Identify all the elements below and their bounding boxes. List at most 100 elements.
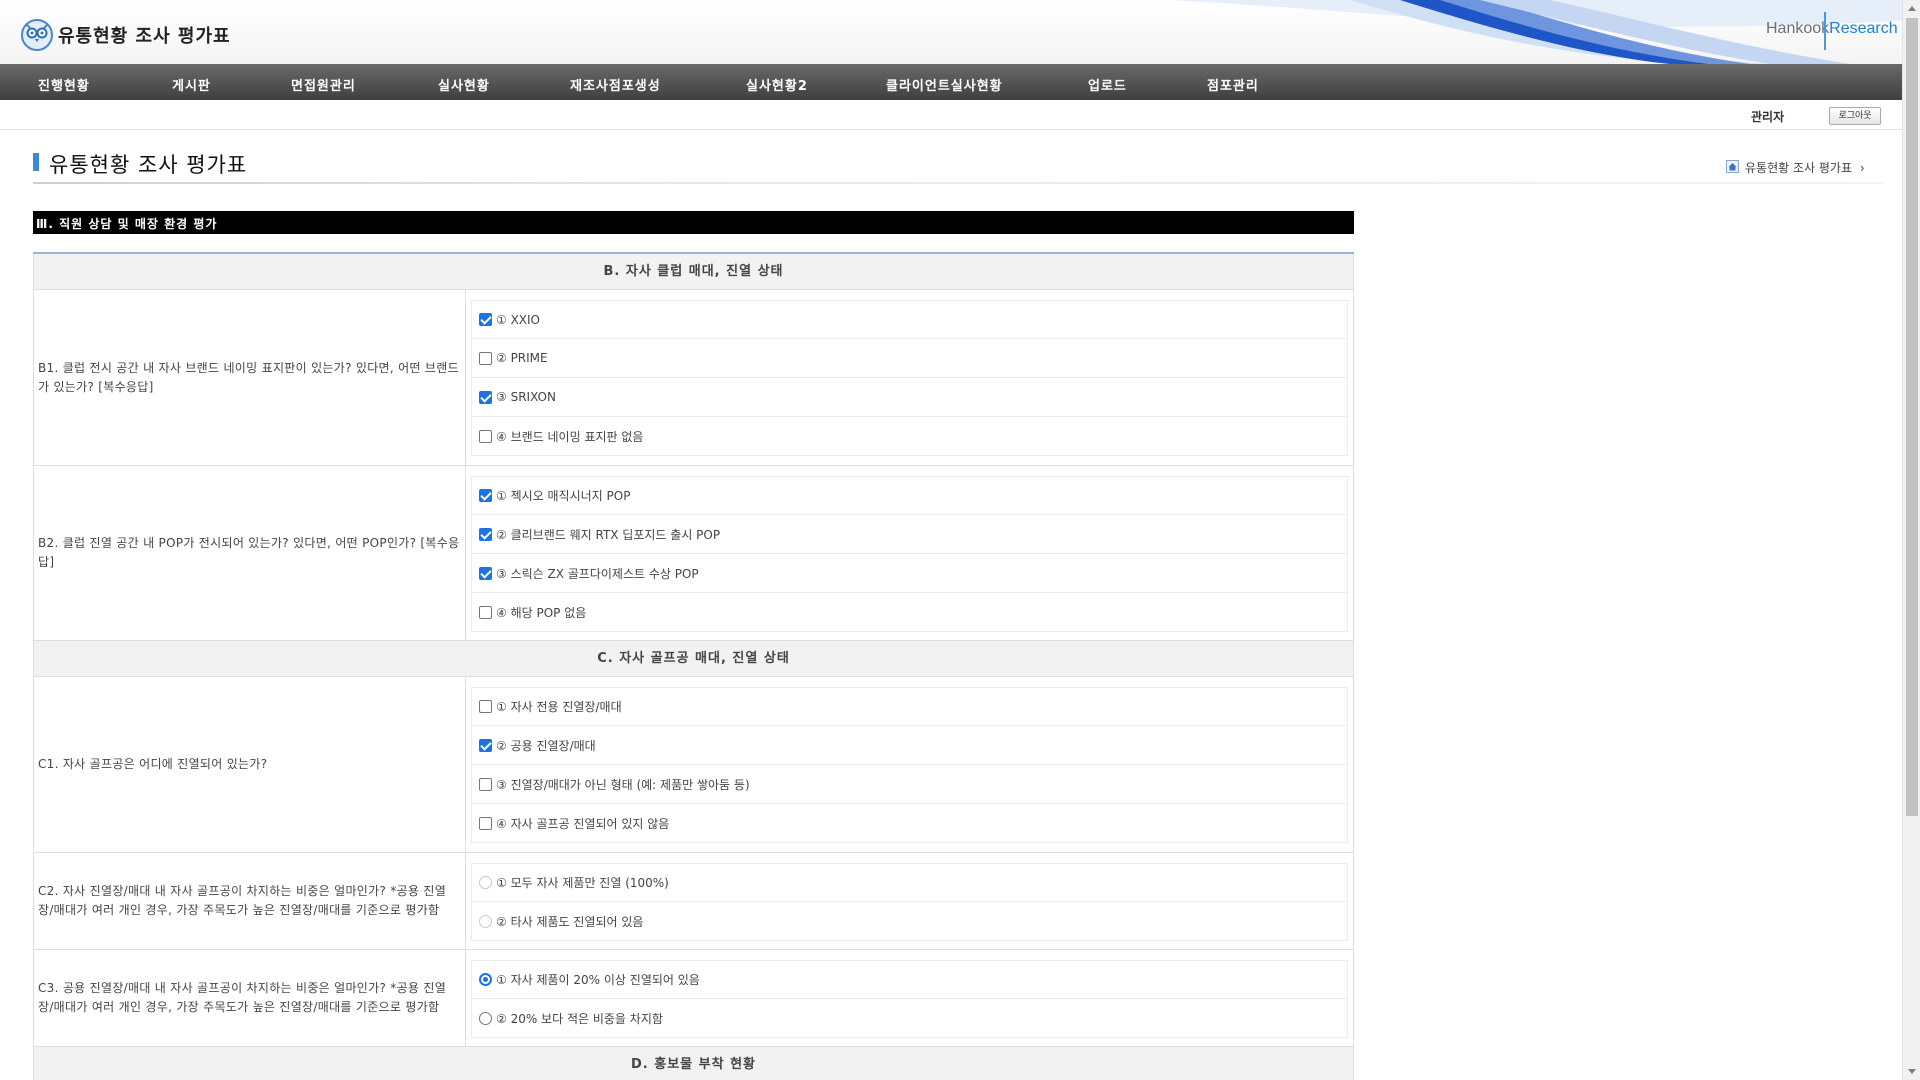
radio-button[interactable] — [479, 914, 492, 928]
radio-button[interactable] — [479, 1011, 492, 1025]
question-row-b2: B2. 클럽 진열 공간 내 POP가 전시되어 있는가? 있다면, 어떤 PO… — [33, 466, 1354, 641]
breadcrumb[interactable]: 유통현황 조사 평가표 › — [1745, 159, 1865, 176]
nav-item-fieldwork-status-2[interactable]: 실사현황2 — [746, 75, 808, 94]
option-b2-4[interactable]: ④ 해당 POP 없음 — [471, 593, 1348, 632]
nav-item-interviewer-mgmt[interactable]: 면접원관리 — [291, 75, 356, 94]
option-b2-1[interactable]: ① 젝시오 매직시너지 POP — [471, 476, 1348, 515]
brand-divider — [1824, 12, 1826, 50]
logout-button[interactable]: 로그아웃 — [1829, 107, 1881, 125]
chevron-right-icon: › — [1859, 161, 1865, 175]
option-label: ③ 스릭슨 ZX 골프다이제스트 수상 POP — [496, 566, 699, 581]
option-label: ① 자사 제품이 20% 이상 진열되어 있음 — [496, 973, 700, 987]
option-label: ③ 진열장/매대가 아닌 형태 (예: 제품만 쌓아둠 등) — [496, 777, 750, 792]
nav-item-board[interactable]: 게시판 — [172, 75, 211, 94]
options-c3: ① 자사 제품이 20% 이상 진열되어 있음 ② 20% 보다 적은 비중을 … — [466, 950, 1353, 1046]
utility-bar: 관리자 로그아웃 — [0, 100, 1902, 130]
checkbox[interactable] — [479, 738, 492, 752]
option-label: ④ 해당 POP 없음 — [496, 605, 587, 620]
site-title: 유통현황 조사 평가표 — [58, 26, 231, 47]
options-c1: ① 자사 전용 진열장/매대 ② 공용 진열장/매대 ③ 진열장/매대가 아닌 … — [466, 677, 1353, 852]
page-title: 유통현황 조사 평가표 — [49, 153, 248, 177]
options-b1: ① XXIO ② PRIME ③ SRIXON ④ 브랜드 네이밍 표지판 없음 — [466, 290, 1353, 465]
scroll-up-arrow-icon[interactable] — [1908, 6, 1916, 11]
question-text-c3: C3. 공용 진열장/매대 내 자사 골프공이 차지하는 비중은 얼마인가? *… — [34, 950, 466, 1046]
option-c3-2[interactable]: ② 20% 보다 적은 비중을 차지함 — [471, 999, 1348, 1038]
checkbox[interactable] — [479, 351, 492, 365]
checkbox[interactable] — [479, 313, 492, 326]
scrollbar-thumb[interactable] — [1906, 18, 1918, 816]
option-c2-1[interactable]: ① 모두 자사 제품만 진열 (100%) — [471, 863, 1348, 902]
option-b1-4[interactable]: ④ 브랜드 네이밍 표지판 없음 — [471, 417, 1348, 456]
checkbox[interactable] — [479, 429, 492, 443]
nav-item-resurvey-store-create[interactable]: 재조사점포생성 — [570, 75, 661, 94]
nav-item-fieldwork-status[interactable]: 실사현황 — [438, 75, 490, 94]
option-b2-3[interactable]: ③ 스릭슨 ZX 골프다이제스트 수상 POP — [471, 554, 1348, 593]
option-label: ② 공용 진열장/매대 — [496, 738, 596, 753]
nav-item-client-fieldwork-status[interactable]: 클라이언트실사현황 — [886, 75, 1003, 94]
option-label: ③ SRIXON — [496, 390, 556, 404]
checkbox[interactable] — [479, 816, 492, 830]
option-b1-1[interactable]: ① XXIO — [471, 300, 1348, 339]
option-label: ② 20% 보다 적은 비중을 차지함 — [496, 1011, 663, 1026]
options-b2: ① 젝시오 매직시너지 POP ② 클리브랜드 웨지 RTX 딥포지드 출시 P… — [466, 466, 1353, 640]
option-label: ② 타사 제품도 진열되어 있음 — [496, 914, 644, 929]
survey-table: B. 자사 클럽 매대, 진열 상태 B1. 클럽 전시 공간 내 자사 브랜드… — [33, 252, 1354, 1080]
hankook-research-logo: HankookResearch — [1766, 20, 1898, 38]
option-label: ① 자사 전용 진열장/매대 — [496, 700, 622, 714]
user-label: 관리자 — [1751, 110, 1785, 124]
owl-logo-icon — [21, 19, 53, 51]
option-b1-2[interactable]: ② PRIME — [471, 339, 1348, 378]
radio-button[interactable] — [479, 973, 492, 986]
options-c2: ① 모두 자사 제품만 진열 (100%) ② 타사 제품도 진열되어 있음 — [466, 853, 1353, 949]
checkbox[interactable] — [479, 605, 492, 619]
title-divider — [33, 182, 1883, 184]
option-c1-4[interactable]: ④ 자사 골프공 진열되어 있지 않음 — [471, 804, 1348, 843]
page: 유통현황 조사 평가표 HankookResearch 진행현황 게시판 면접원… — [0, 0, 1920, 1080]
option-c2-2[interactable]: ② 타사 제품도 진열되어 있음 — [471, 902, 1348, 941]
checkbox[interactable] — [479, 489, 492, 502]
header: 유통현황 조사 평가표 HankookResearch — [0, 0, 1902, 64]
checkbox[interactable] — [479, 700, 492, 713]
brand-part1: Hankook — [1766, 20, 1830, 37]
nav-item-upload[interactable]: 업로드 — [1088, 75, 1127, 94]
question-row-c2: C2. 자사 진열장/매대 내 자사 골프공이 차지하는 비중은 얼마인가? *… — [33, 853, 1354, 950]
radio-button[interactable] — [479, 876, 492, 889]
group-header-c: C. 자사 골프공 매대, 진열 상태 — [33, 641, 1354, 677]
brand-part2: Research — [1829, 20, 1898, 37]
nav-item-store-mgmt[interactable]: 점포관리 — [1207, 75, 1259, 94]
checkbox[interactable] — [479, 566, 492, 580]
question-row-c3: C3. 공용 진열장/매대 내 자사 골프공이 차지하는 비중은 얼마인가? *… — [33, 950, 1354, 1047]
option-label: ① XXIO — [496, 312, 540, 327]
option-b1-3[interactable]: ③ SRIXON — [471, 378, 1348, 417]
option-label: ④ 자사 골프공 진열되어 있지 않음 — [496, 816, 670, 831]
home-icon[interactable] — [1726, 160, 1739, 173]
option-c1-3[interactable]: ③ 진열장/매대가 아닌 형태 (예: 제품만 쌓아둠 등) — [471, 765, 1348, 804]
option-c1-2[interactable]: ② 공용 진열장/매대 — [471, 726, 1348, 765]
checkbox[interactable] — [479, 777, 492, 791]
option-label: ① 모두 자사 제품만 진열 (100%) — [496, 876, 669, 890]
option-label: ② 클리브랜드 웨지 RTX 딥포지드 출시 POP — [496, 527, 721, 542]
option-label: ① 젝시오 매직시너지 POP — [496, 489, 631, 503]
group-header-d: D. 홍보물 부착 현황 — [33, 1047, 1354, 1080]
option-c3-1[interactable]: ① 자사 제품이 20% 이상 진열되어 있음 — [471, 960, 1348, 999]
question-row-b1: B1. 클럽 전시 공간 내 자사 브랜드 네이밍 표지판이 있는가? 있다면,… — [33, 290, 1354, 466]
section-title: Ⅲ. 직원 상담 및 매장 환경 평가 — [36, 217, 218, 231]
question-row-c1: C1. 자사 골프공은 어디에 진열되어 있는가? ① 자사 전용 진열장/매대… — [33, 677, 1354, 853]
section-header: Ⅲ. 직원 상담 및 매장 환경 평가 — [33, 211, 1354, 234]
checkbox[interactable] — [479, 527, 492, 541]
group-header-b: B. 자사 클럽 매대, 진열 상태 — [33, 254, 1354, 290]
scroll-down-arrow-icon[interactable] — [1908, 1069, 1916, 1074]
option-b2-2[interactable]: ② 클리브랜드 웨지 RTX 딥포지드 출시 POP — [471, 515, 1348, 554]
option-label: ④ 브랜드 네이밍 표지판 없음 — [496, 429, 644, 444]
question-text-b1: B1. 클럽 전시 공간 내 자사 브랜드 네이밍 표지판이 있는가? 있다면,… — [34, 290, 466, 465]
option-c1-1[interactable]: ① 자사 전용 진열장/매대 — [471, 687, 1348, 726]
nav-item-progress[interactable]: 진행현황 — [38, 75, 90, 94]
question-text-c2: C2. 자사 진열장/매대 내 자사 골프공이 차지하는 비중은 얼마인가? *… — [34, 853, 466, 949]
checkbox[interactable] — [479, 390, 492, 404]
breadcrumb-current[interactable]: 유통현황 조사 평가표 — [1745, 161, 1852, 175]
question-text-b2: B2. 클럽 진열 공간 내 POP가 전시되어 있는가? 있다면, 어떤 PO… — [34, 466, 466, 640]
title-marker — [33, 153, 39, 171]
vertical-scrollbar[interactable] — [1902, 0, 1920, 1080]
question-text-c1: C1. 자사 골프공은 어디에 진열되어 있는가? — [34, 677, 466, 852]
main-nav: 진행현황 게시판 면접원관리 실사현황 재조사점포생성 실사현황2 클라이언트실… — [0, 64, 1902, 100]
